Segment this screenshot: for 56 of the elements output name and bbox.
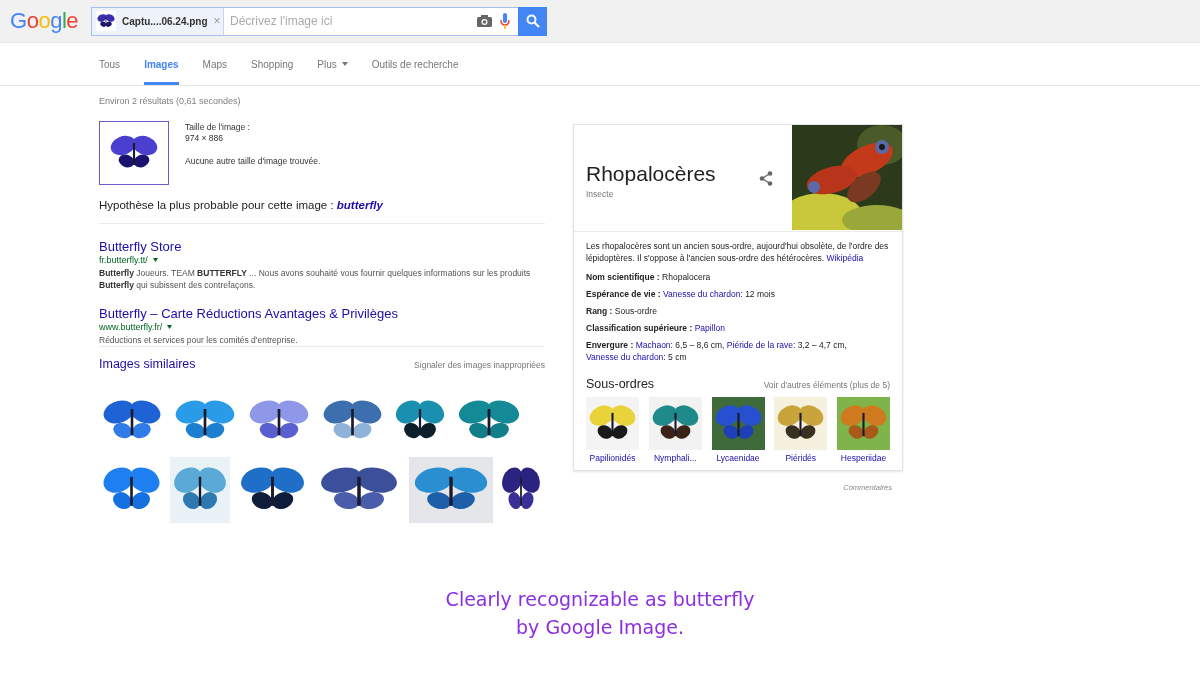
panel-subtitle: Insecte — [586, 188, 615, 199]
suborder-link[interactable]: Papilionidés — [589, 453, 636, 463]
caption-line: Clearly recognizable as butterfly — [445, 587, 755, 612]
caret-icon — [167, 325, 173, 329]
result-url[interactable]: www.butterfly.fr/ — [99, 322, 173, 332]
search-icon — [525, 14, 540, 28]
fact-line: Rang : Sous-ordre — [586, 306, 658, 318]
best-guess-text: Hypothèse la plus probable pour cette image : butterfly — [99, 199, 384, 211]
fact-link[interactable]: Vanesse du chardon: — [586, 351, 666, 362]
result-snippet: Butterfly Joueurs. TEAM BUTTERFLY ... Nous avons souhaité vous fournir quelques informations sur les produits Butterfly qui subissent des contrefaçons. — [99, 267, 532, 291]
fact-line: Nom scientifique : Rhopalocera — [586, 272, 712, 284]
tab[interactable]: Maps — [202, 43, 228, 85]
suborder-link[interactable]: Nymphali... — [654, 453, 697, 463]
logo: Google — [10, 8, 79, 34]
panel-title: Rhopalocères — [586, 161, 717, 186]
result-title-link[interactable]: Butterfly – Carte Réductions Avantages & Privilèges — [99, 306, 545, 321]
microphone-icon[interactable] — [500, 13, 510, 29]
suborder-link[interactable]: Piéridés — [785, 453, 817, 463]
panel-description: Les rhopalocères sont un ancien sous-ordre, aujourd'hui obsolète, de l'ordre des lépidoptères. Il s'oppose à l'ancien sous-ordre des hétérocères. Wikipédia — [586, 241, 890, 264]
result-url[interactable]: fr.butterfly.tt/ — [99, 255, 158, 265]
source-link[interactable]: Wikipédia — [826, 252, 864, 263]
tab[interactable]: Plus — [317, 43, 348, 85]
tab[interactable]: Shopping — [251, 43, 294, 85]
caret-icon — [152, 258, 158, 262]
tab[interactable]: Images — [144, 43, 179, 85]
image-chip[interactable]: Captu....06.24.png × — [92, 7, 224, 35]
result-stats: Environ 2 résultats (0,61 secondes) — [99, 96, 242, 106]
file-name: Captu....06.24.png — [122, 15, 208, 27]
image-thumbnail[interactable] — [99, 121, 169, 185]
more-link[interactable]: Voir d'autres éléments (plus de 5) — [763, 380, 890, 390]
caret-icon — [341, 62, 348, 66]
result-title-link[interactable]: Butterfly Store — [99, 239, 545, 254]
size-label: Taille de l'image : — [185, 122, 251, 133]
report-link[interactable]: Signaler des images inappropriées — [414, 360, 545, 370]
size-note: Aucune autre taille d'image trouvée. — [185, 156, 321, 167]
fact-link[interactable]: Papillon — [694, 323, 725, 333]
guess-link[interactable]: butterfly — [336, 199, 383, 211]
fact-link[interactable]: Machaon: — [635, 340, 673, 350]
suborder-link[interactable]: Hesperiidae — [840, 453, 887, 463]
fact-link[interactable]: Piéride de la rave: — [726, 340, 796, 350]
caption-line: by Google Image. — [516, 615, 684, 640]
tab[interactable]: Tous — [99, 43, 121, 85]
search-field[interactable]: Captu....06.24.png × Décrivez l'image ici — [91, 6, 547, 36]
fact-line: Envergure : Machaon: 6,5 – 8,6 cm, Piéride de la rave: 3,2 – 4,7 cm, Vanesse du chardon: 5 cm — [586, 340, 848, 363]
image-size: 974 × 886 — [185, 133, 225, 144]
search-button[interactable] — [518, 6, 547, 36]
fact-link[interactable]: Vanesse du chardon: — [663, 289, 743, 299]
fact-line: Espérance de vie : Vanesse du chardon: 12 mois — [586, 289, 776, 301]
tab[interactable]: Outils de recherche — [371, 43, 459, 85]
similar-images-link[interactable]: Images similaires — [99, 357, 196, 371]
suborder-link[interactable]: Lycaenidae — [716, 453, 760, 463]
result-snippet: Réductions et services pour les comités d'entreprise. — [99, 334, 299, 346]
section-title: Sous-ordres — [586, 377, 655, 391]
camera-icon[interactable] — [477, 15, 492, 27]
share-icon[interactable] — [759, 170, 773, 186]
fact-line: Classification supérieure : Papillon — [586, 323, 726, 335]
